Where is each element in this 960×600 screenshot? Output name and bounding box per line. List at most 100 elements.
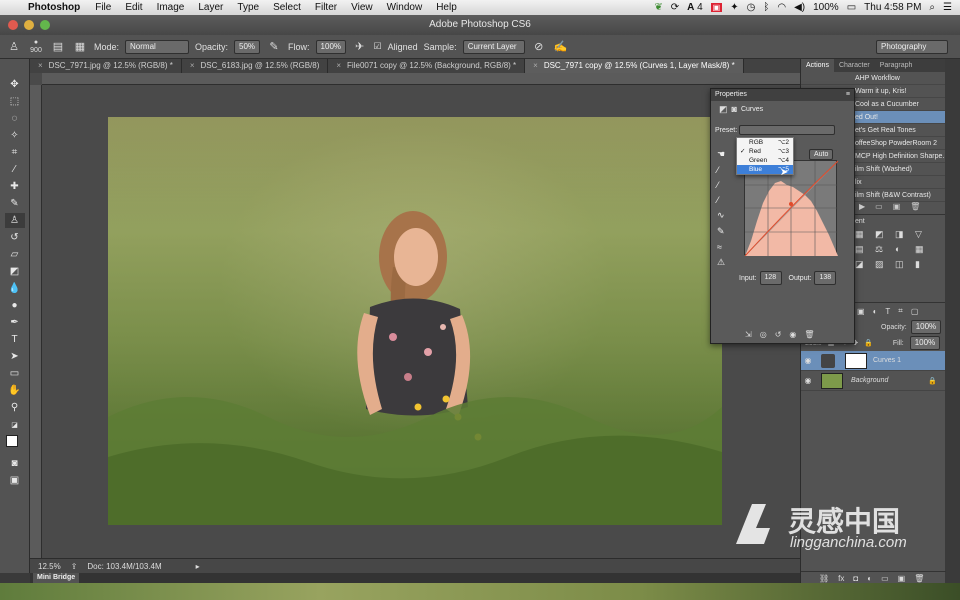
clock-text[interactable]: Thu 4:58 PM <box>864 2 921 13</box>
opacity-pressure-icon[interactable]: ✎ <box>266 39 282 55</box>
view-previous-icon[interactable]: ◎ <box>760 330 767 339</box>
delete-action-icon[interactable]: 🗑 <box>910 202 920 214</box>
clone-stamp-icon[interactable]: ♙ <box>6 39 22 55</box>
close-tab-icon[interactable]: × <box>533 61 538 70</box>
channel-option-red[interactable]: ✓ Red ⌥3 <box>737 147 793 156</box>
gradient-tool-icon[interactable]: ◩ <box>5 264 25 279</box>
volume-icon[interactable]: ◀) <box>794 2 805 13</box>
sync-icon[interactable]: ⟳ <box>671 2 679 13</box>
brush-preset-icon[interactable]: ● 900 <box>28 39 44 55</box>
curve-point-icon[interactable]: ∿ <box>717 210 737 221</box>
move-tool-icon[interactable]: ✥ <box>5 77 25 92</box>
input-field[interactable]: 128 <box>759 271 782 285</box>
close-tab-icon[interactable]: × <box>190 61 195 70</box>
filter-smart-icon[interactable]: ▢ <box>911 307 919 316</box>
menu-image[interactable]: Image <box>150 2 192 13</box>
spotlight-icon[interactable]: ⌕ <box>929 2 935 13</box>
filter-adjust-icon[interactable]: ◐ <box>873 307 878 316</box>
airbrush-icon[interactable]: ✈ <box>352 39 368 55</box>
bw-icon[interactable]: ◐ <box>895 244 911 255</box>
tab-character[interactable]: Character <box>834 59 875 72</box>
marquee-tool-icon[interactable]: ⬚ <box>5 94 25 109</box>
fx-icon[interactable]: fx <box>838 574 844 583</box>
aligned-checkbox[interactable]: ☑ <box>374 41 382 52</box>
menu-edit[interactable]: Edit <box>118 2 149 13</box>
foreground-color-swatch[interactable] <box>5 435 18 447</box>
add-mask-icon[interactable]: ◘ <box>853 574 858 583</box>
clip-layer-icon[interactable]: ⇲ <box>745 330 752 339</box>
hue-sat-icon[interactable]: ▤ <box>855 244 871 255</box>
mini-bridge-tab[interactable]: Mini Bridge <box>33 573 80 583</box>
close-tab-icon[interactable]: × <box>336 61 341 70</box>
horizontal-ruler[interactable] <box>42 73 800 85</box>
new-adjustment-icon[interactable]: ◐ <box>867 574 872 583</box>
document-photo[interactable] <box>108 117 722 525</box>
color-balance-icon[interactable]: ⚖ <box>875 244 891 255</box>
properties-header[interactable]: Properties ≡ <box>711 89 854 101</box>
link-layers-icon[interactable]: ⛓ <box>819 574 829 583</box>
pressure-size-icon[interactable]: ✍ <box>553 39 569 55</box>
menu-filter[interactable]: Filter <box>308 2 344 13</box>
shape-tool-icon[interactable]: ▭ <box>5 366 25 381</box>
notification-list-icon[interactable]: ☰ <box>943 2 952 13</box>
lock-all-icon[interactable]: 🔒 <box>864 339 873 347</box>
close-window-icon[interactable] <box>8 20 18 30</box>
curves-icon[interactable]: ◩ <box>875 229 891 240</box>
invert-icon[interactable]: ◪ <box>855 259 871 270</box>
toggle-visibility-icon[interactable]: ◉ <box>789 330 796 339</box>
clone-source-icon[interactable]: ▦ <box>72 39 88 55</box>
layer-opacity-input[interactable]: 100% <box>910 320 942 334</box>
clone-stamp-tool-icon[interactable]: ♙ <box>4 213 25 228</box>
menu-app-name[interactable]: Photoshop <box>22 2 88 13</box>
new-group-icon[interactable]: ▭ <box>881 574 889 583</box>
quick-select-tool-icon[interactable]: ✧ <box>5 128 25 143</box>
play-action-icon[interactable]: ▶ <box>859 202 865 214</box>
color-swatches[interactable] <box>5 434 25 454</box>
vibrance-icon[interactable]: ▽ <box>915 229 931 240</box>
bluetooth-icon[interactable]: ᛒ <box>763 2 769 13</box>
layer-row-curves[interactable]: ◉ Curves 1 <box>801 351 945 371</box>
target-adjust-icon[interactable]: ☚ <box>717 149 737 160</box>
color-lookup-icon[interactable]: ▦ <box>915 244 931 255</box>
zoom-window-icon[interactable] <box>40 20 50 30</box>
menu-type[interactable]: Type <box>230 2 266 13</box>
layer-mask-thumb[interactable] <box>845 352 867 369</box>
path-select-tool-icon[interactable]: ➤ <box>5 349 25 364</box>
menu-window[interactable]: Window <box>380 2 430 13</box>
tab-doc-4[interactable]: × DSC_7971 copy @ 12.5% (Curves 1, Layer … <box>525 59 744 73</box>
visibility-eye-icon[interactable]: ◉ <box>801 356 815 365</box>
delete-adjustment-icon[interactable]: 🗑 <box>804 330 814 339</box>
crop-tool-icon[interactable]: ⌗ <box>5 145 25 160</box>
sample-select[interactable]: Current Layer <box>462 39 525 54</box>
pencil-curve-icon[interactable]: ✎ <box>717 226 737 237</box>
auto-button[interactable]: Auto <box>809 149 834 160</box>
smooth-curve-icon[interactable]: ≈ <box>717 242 737 252</box>
curves-adjust-icon[interactable]: ◩ <box>719 104 728 115</box>
adobe-count[interactable]: A 4 <box>687 2 703 13</box>
levels-icon[interactable]: ▦ <box>855 229 871 240</box>
channel-option-green[interactable]: Green ⌥4 <box>737 156 793 165</box>
output-field[interactable]: 138 <box>814 271 837 285</box>
new-layer-icon[interactable]: ▣ <box>898 574 906 583</box>
history-brush-tool-icon[interactable]: ↺ <box>5 230 25 245</box>
wifi-icon[interactable]: ◠ <box>777 2 786 13</box>
leaf-icon[interactable]: ❦ <box>654 2 662 13</box>
lasso-tool-icon[interactable]: ◌ <box>5 111 25 126</box>
visibility-eye-icon[interactable]: ◉ <box>801 376 815 385</box>
new-action-icon[interactable]: ▣ <box>893 202 901 214</box>
menu-view[interactable]: View <box>344 2 380 13</box>
dodge-tool-icon[interactable]: ● <box>5 298 25 313</box>
preset-select[interactable] <box>739 125 836 135</box>
close-tab-icon[interactable]: × <box>38 61 43 70</box>
hand-tool-icon[interactable]: ✋ <box>5 383 25 398</box>
mask-icon[interactable]: ◙ <box>732 104 737 114</box>
brush-tool-icon[interactable]: ✎ <box>5 196 25 211</box>
workspace-select[interactable]: Photography <box>876 39 948 54</box>
channel-option-rgb[interactable]: RGB ⌥2 <box>737 138 793 147</box>
type-tool-icon[interactable]: T <box>5 332 25 347</box>
status-menu-icon[interactable]: ▸ <box>196 562 200 571</box>
quick-mask-icon[interactable]: ◙ <box>5 456 25 471</box>
dropbox-icon[interactable]: ✦ <box>730 2 738 13</box>
blur-tool-icon[interactable]: 💧 <box>5 281 25 296</box>
tab-doc-1[interactable]: × DSC_7971.jpg @ 12.5% (RGB/8) * <box>30 59 182 73</box>
